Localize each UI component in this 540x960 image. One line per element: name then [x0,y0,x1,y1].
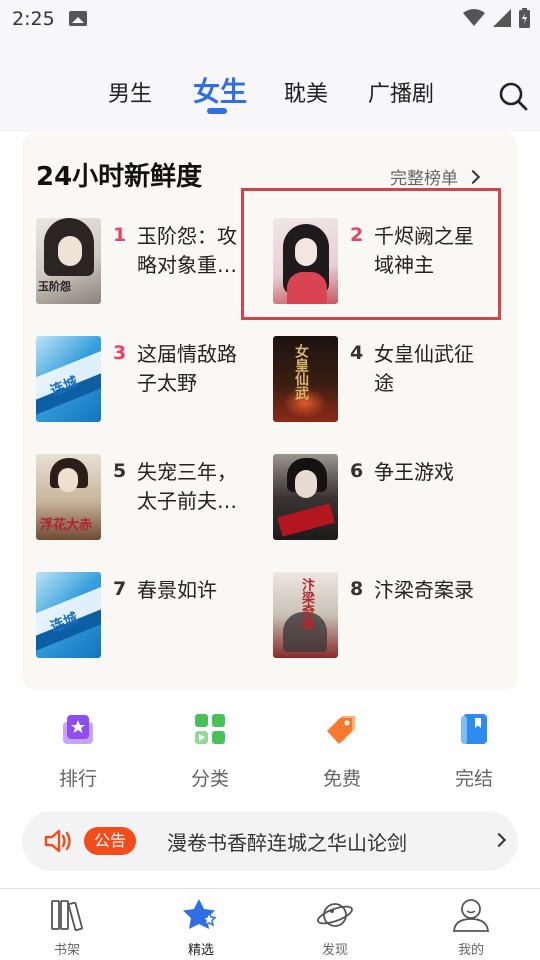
discover-planet-icon [317,903,353,927]
book-title: 女皇仙武征途 [374,342,474,395]
active-tab-indicator [207,108,227,114]
book-title: 春景如许 [137,578,217,602]
book-cover: 汴梁奇案 [273,572,338,658]
book-title: 这届情敌路子太野 [137,342,237,395]
book-cover: 连城 [36,336,101,422]
book-cover: 女皇仙武 [273,336,338,422]
profile-icon [453,899,489,932]
category-icon [195,714,225,744]
rank-number: 8 [350,578,364,600]
cover-title-text: 玉阶怨 [38,280,71,293]
entry-label: 完结 [454,768,493,790]
book-cover: 连城 [36,572,101,658]
entry-free[interactable]: 免费 [302,712,382,791]
rank-number: 3 [113,342,127,364]
announcement-badge: 公告 [84,827,137,855]
nav-label: 精选 [187,943,214,958]
tab-female[interactable]: 女生 [193,70,247,109]
book-cover [273,454,338,540]
cover-title-text: 汴梁奇案 [299,578,314,630]
image-notification-icon [69,11,87,26]
full-ranking-link[interactable]: 完整榜单 [390,164,481,189]
full-ranking-label: 完整榜单 [390,169,458,189]
rank-number: 5 [113,460,127,482]
tab-danmei[interactable]: 耽美 [284,76,328,108]
book-cover: 浮花大赤 [36,454,101,540]
search-icon[interactable] [497,80,529,112]
nav-profile[interactable]: 我的 [426,897,516,958]
battery-icon [519,8,530,28]
chevron-right-icon [465,169,481,184]
wifi-icon [463,9,485,26]
book-item[interactable]: 6 争王游戏 [273,454,509,550]
speaker-icon [44,829,71,853]
book-item[interactable]: 女皇仙武 4 女皇仙武征途 [273,336,509,432]
announcement-bar[interactable]: 公告 漫卷书香醉连城之华山论剑 [22,811,518,871]
book-title: 争王游戏 [374,460,454,484]
featured-star-icon [183,899,217,929]
tab-radio-drama[interactable]: 广播剧 [368,76,434,108]
signal-icon [493,9,511,27]
rank-number: 6 [350,460,364,482]
bookshelf-icon [51,900,83,932]
selection-highlight [241,188,501,320]
nav-label: 发现 [321,943,348,958]
book-cover: 玉阶怨 [36,218,101,304]
entry-category[interactable]: 分类 [170,712,250,791]
cover-title-text: 浮花大赤 [40,518,93,533]
status-indicators [463,8,530,28]
nav-discover[interactable]: 发现 [290,897,380,958]
status-time: 2:25 [12,8,55,30]
book-item[interactable]: 连城 7 春景如许 [36,572,272,668]
book-item[interactable]: 浮花大赤 5 失宠三年，太子前夫… [36,454,272,550]
ranking-icon [63,715,93,744]
nav-label: 书架 [53,943,80,958]
entry-finished[interactable]: 完结 [434,712,514,791]
entry-label: 排行 [58,768,97,790]
finished-book-icon [461,714,487,744]
rank-number: 4 [350,342,364,364]
nav-featured[interactable]: 精选 [156,897,246,958]
book-item[interactable]: 玉阶怨 1 玉阶怨：攻略对象重… [36,218,272,314]
channel-header: 男生 女生 耽美 广播剧 [0,36,540,132]
entry-label: 分类 [190,768,229,790]
book-title: 失宠三年，太子前夫… [137,460,237,513]
rank-number: 1 [113,224,127,246]
book-item[interactable]: 汴梁奇案 8 汴梁奇案录 [273,572,509,668]
book-title: 汴梁奇案录 [374,578,474,602]
book-item[interactable]: 连城 3 这届情敌路子太野 [36,336,272,432]
entry-label: 免费 [322,768,361,790]
ranking-title: 24小时新鲜度 [36,162,203,192]
status-bar: 2:25 [0,0,540,36]
announcement-text: 漫卷书香醉连城之华山论剑 [167,831,407,855]
tab-male[interactable]: 男生 [108,76,152,108]
book-title: 玉阶怨：攻略对象重… [137,224,237,277]
free-tag-icon [327,716,355,744]
bottom-navigation: 书架 精选 发现 我的 [0,888,540,960]
chevron-right-icon [491,832,507,848]
nav-bookshelf[interactable]: 书架 [22,897,112,958]
cover-title-text: 女皇仙武 [293,344,309,400]
nav-label: 我的 [457,943,484,958]
rank-number: 7 [113,578,127,600]
entry-ranking[interactable]: 排行 [38,712,118,791]
